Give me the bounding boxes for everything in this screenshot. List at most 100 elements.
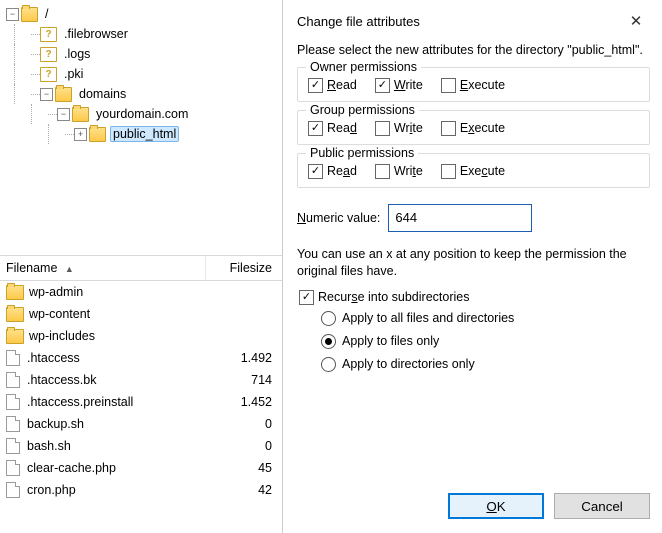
file-icon (6, 350, 20, 366)
file-name: clear-cache.php (27, 461, 210, 475)
group-write-checkbox[interactable]: Write (375, 121, 423, 136)
folder-icon (6, 307, 24, 322)
folder-icon (6, 285, 24, 300)
group-title: Group permissions (306, 103, 419, 117)
public-write-checkbox[interactable]: Write (375, 164, 423, 179)
owner-execute-checkbox[interactable]: Execute (441, 78, 505, 93)
file-name: backup.sh (27, 417, 210, 431)
tree-label: / (42, 6, 51, 22)
file-row[interactable]: wp-content (0, 303, 282, 325)
radio-label: Apply to directories only (342, 357, 475, 371)
file-name: wp-content (29, 307, 210, 321)
file-row[interactable]: clear-cache.php45 (0, 457, 282, 479)
file-icon (6, 482, 20, 498)
folder-icon (72, 107, 89, 122)
file-list-pane: Filename ▲ Filesize wp-admin wp-content wp… (0, 256, 282, 533)
file-size: 42 (210, 483, 282, 497)
radio-label: Apply to all files and directories (342, 311, 514, 325)
tree-item[interactable]: ? .pki (6, 64, 282, 84)
col-label: Filename (6, 261, 57, 275)
group-execute-checkbox[interactable]: Execute (441, 121, 505, 136)
numeric-value-label: Numeric value: (297, 211, 380, 225)
file-name: wp-admin (29, 285, 210, 299)
unknown-folder-icon: ? (40, 47, 57, 62)
folder-icon (21, 7, 38, 22)
recurse-radio-group: Apply to all files and directories Apply… (299, 305, 650, 378)
unknown-folder-icon: ? (40, 67, 57, 82)
dialog-title: Change file attributes (297, 14, 420, 29)
file-row[interactable]: .htaccess1.492 (0, 347, 282, 369)
directory-tree[interactable]: − / ? .filebrowser ? .logs ? .pki − (0, 0, 282, 249)
file-icon (6, 394, 20, 410)
radio-label: Apply to files only (342, 334, 439, 348)
file-row[interactable]: .htaccess.bk714 (0, 369, 282, 391)
file-size: 0 (210, 439, 282, 453)
ok-button[interactable]: OK (448, 493, 544, 519)
tree-label: .pki (61, 66, 86, 82)
cancel-button[interactable]: Cancel (554, 493, 650, 519)
file-row[interactable]: wp-admin (0, 281, 282, 303)
collapse-icon[interactable]: − (6, 8, 19, 21)
apply-files-radio[interactable]: Apply to files only (321, 334, 650, 349)
tree-item-domain[interactable]: − yourdomain.com (6, 104, 282, 124)
tree-label: public_html (110, 126, 179, 142)
tree-item-domains[interactable]: − domains (6, 84, 282, 104)
close-button[interactable]: ✕ (622, 11, 650, 31)
group-title: Public permissions (306, 146, 418, 160)
file-row[interactable]: backup.sh0 (0, 413, 282, 435)
file-name: cron.php (27, 483, 210, 497)
public-execute-checkbox[interactable]: Execute (441, 164, 505, 179)
apply-dirs-radio[interactable]: Apply to directories only (321, 357, 650, 372)
tree-item[interactable]: ? .filebrowser (6, 24, 282, 44)
public-permissions-group: Public permissions ✓Read Write Execute (297, 153, 650, 188)
file-size: 45 (210, 461, 282, 475)
file-name: wp-includes (29, 329, 210, 343)
sort-asc-icon: ▲ (61, 264, 74, 274)
file-size: 0 (210, 417, 282, 431)
file-icon (6, 460, 20, 476)
file-row[interactable]: cron.php42 (0, 479, 282, 501)
group-read-checkbox[interactable]: ✓Read (308, 121, 357, 136)
file-icon (6, 416, 20, 432)
collapse-icon[interactable]: − (40, 88, 53, 101)
file-size: 714 (210, 373, 282, 387)
note-text: You can use an x at any position to keep… (297, 246, 650, 280)
owner-read-checkbox[interactable]: ✓Read (308, 78, 357, 93)
file-row[interactable]: wp-includes (0, 325, 282, 347)
col-filename[interactable]: Filename ▲ (0, 261, 205, 275)
collapse-icon[interactable]: − (57, 108, 70, 121)
col-filesize[interactable]: Filesize (205, 256, 282, 280)
tree-label: domains (76, 86, 129, 102)
file-size: 1.492 (210, 351, 282, 365)
folder-icon (6, 329, 24, 344)
unknown-folder-icon: ? (40, 27, 57, 42)
tree-root[interactable]: − / (6, 4, 282, 24)
owner-write-checkbox[interactable]: ✓Write (375, 78, 423, 93)
file-icon (6, 438, 20, 454)
file-name: .htaccess.bk (27, 373, 210, 387)
file-name: bash.sh (27, 439, 210, 453)
file-size: 1.452 (210, 395, 282, 409)
expand-icon[interactable]: + (74, 128, 87, 141)
file-name: .htaccess.preinstall (27, 395, 210, 409)
column-headers: Filename ▲ Filesize (0, 256, 282, 281)
owner-permissions-group: Owner permissions ✓Read ✓Write Execute (297, 67, 650, 102)
group-permissions-group: Group permissions ✓Read Write Execute (297, 110, 650, 145)
col-label: Filesize (230, 261, 272, 275)
file-name: .htaccess (27, 351, 210, 365)
file-list[interactable]: wp-adminwp-contentwp-includes.htaccess1.… (0, 281, 282, 533)
public-read-checkbox[interactable]: ✓Read (308, 164, 357, 179)
tree-label: yourdomain.com (93, 106, 191, 122)
tree-label: .filebrowser (61, 26, 131, 42)
file-row[interactable]: .htaccess.preinstall1.452 (0, 391, 282, 413)
tree-item[interactable]: ? .logs (6, 44, 282, 64)
tree-label: .logs (61, 46, 93, 62)
file-row[interactable]: bash.sh0 (0, 435, 282, 457)
dialog-intro: Please select the new attributes for the… (297, 42, 650, 59)
tree-item-selected[interactable]: + public_html (6, 124, 282, 144)
file-icon (6, 372, 20, 388)
folder-icon (55, 87, 72, 102)
recurse-checkbox[interactable]: ✓Recurse into subdirectories (299, 290, 650, 305)
apply-all-radio[interactable]: Apply to all files and directories (321, 311, 650, 326)
numeric-value-input[interactable] (388, 204, 532, 232)
